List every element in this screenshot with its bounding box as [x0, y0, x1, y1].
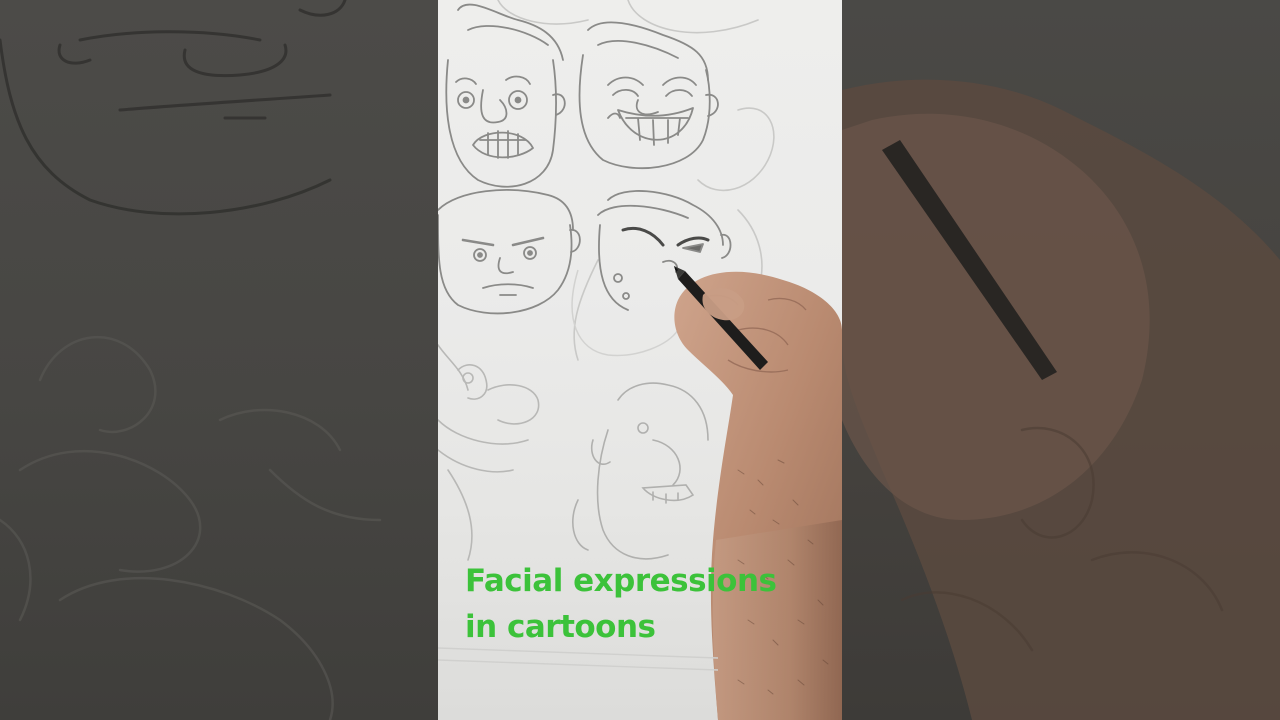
backdrop-right-hand	[842, 79, 1280, 720]
scared-face	[445, 3, 566, 188]
blurred-backdrop-left	[0, 0, 438, 720]
caption-line-1: Facial expressions	[465, 563, 777, 599]
frowning-face	[438, 189, 581, 315]
paper-edge	[438, 647, 719, 671]
big-nose-face	[438, 344, 540, 561]
backdrop-left-sketch	[0, 0, 382, 720]
video-content: Facial expressions in cartoons	[438, 0, 842, 720]
laughing-face	[578, 21, 719, 170]
video-caption: Facial expressions in cartoons	[465, 558, 825, 650]
caption-line-2: in cartoons	[465, 609, 656, 645]
video-frame: Facial expressions in cartoons	[0, 0, 1280, 720]
grinning-face	[572, 382, 709, 560]
blurred-backdrop-right	[842, 0, 1280, 720]
